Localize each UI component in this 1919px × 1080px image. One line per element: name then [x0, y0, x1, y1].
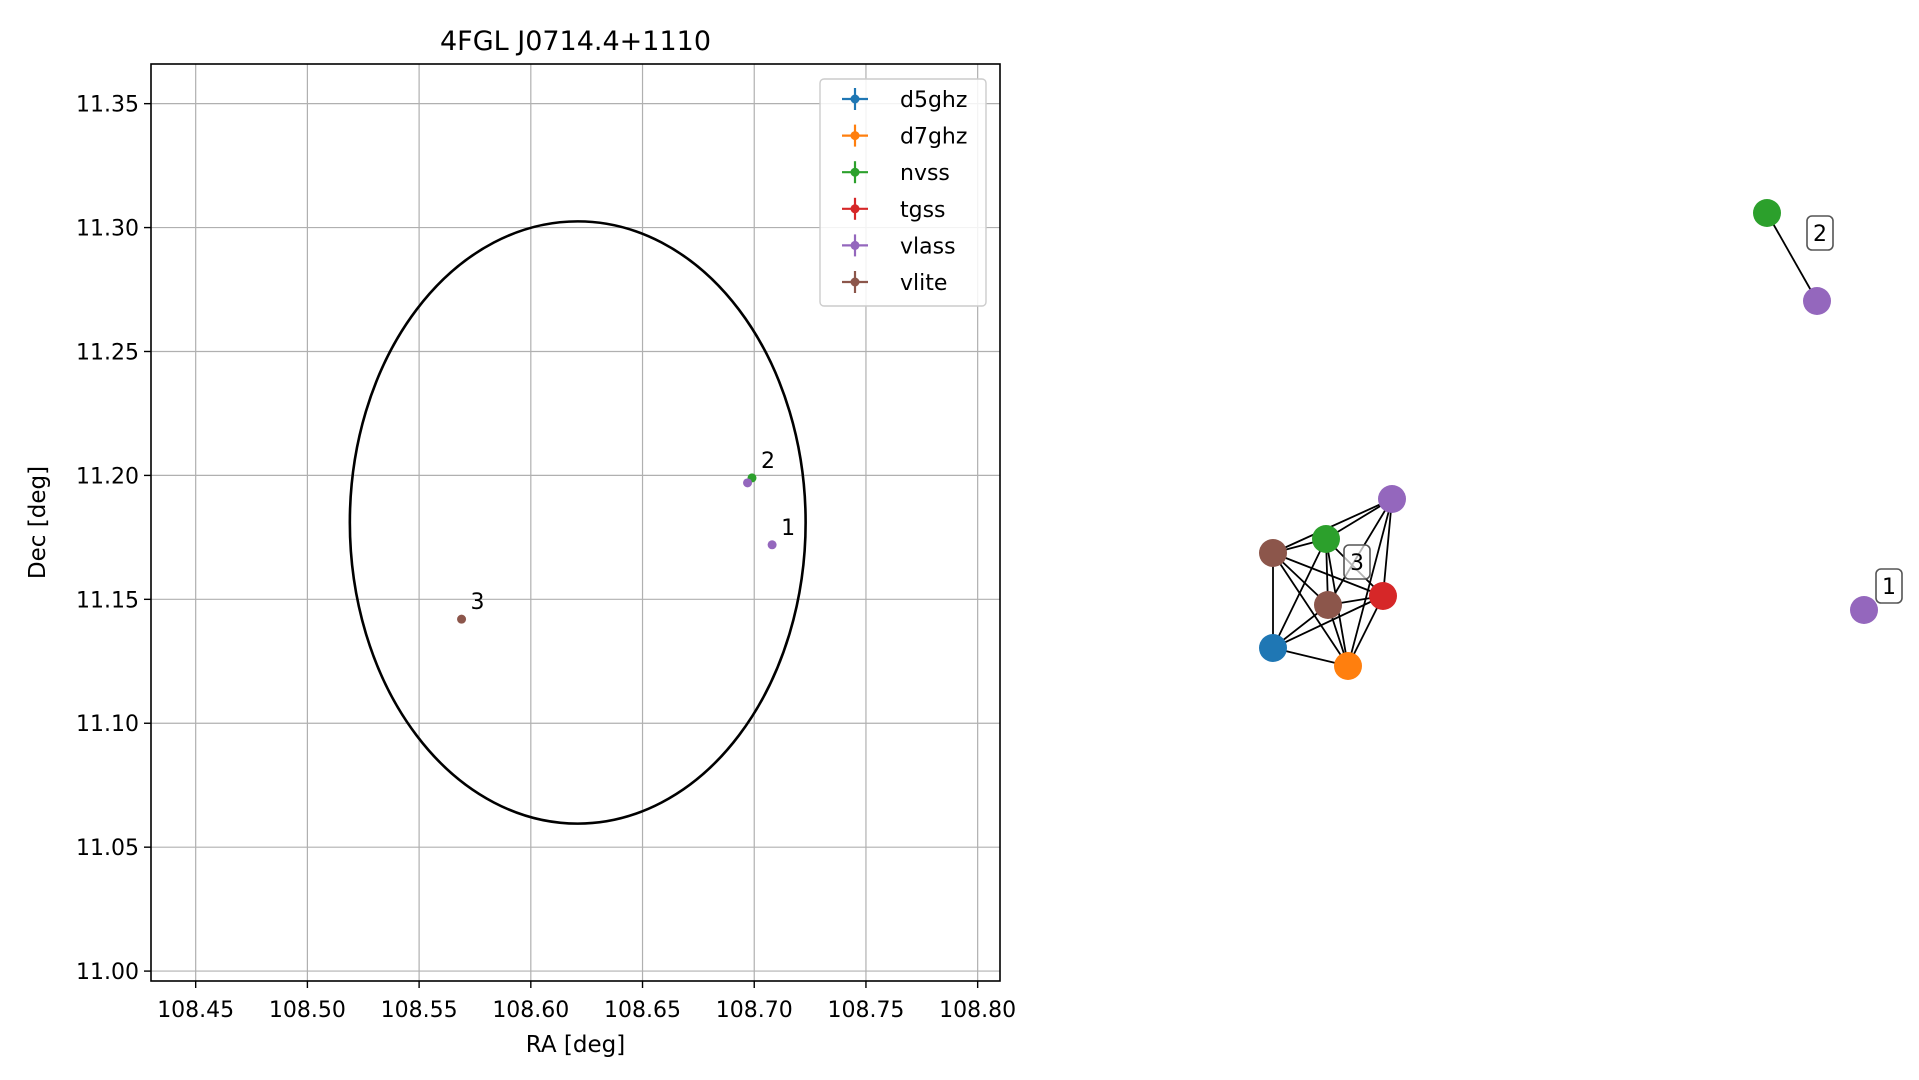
- legend-marker-dot: [850, 131, 860, 141]
- y-tick-label: 11.35: [76, 93, 139, 118]
- legend-label: tgss: [900, 198, 946, 223]
- x-tick-label: 108.45: [157, 998, 234, 1023]
- y-tick-label: 11.00: [76, 960, 139, 985]
- graph-node: [1378, 485, 1406, 513]
- y-tick-label: 11.10: [76, 712, 139, 737]
- sky-plot: 1 2 3 108.45 108.50 108.55 108.60 108.65 108.70 1…: [25, 26, 1016, 1058]
- y-tick-label: 11.30: [76, 217, 139, 242]
- graph-node: [1753, 199, 1781, 227]
- legend-marker-dot: [850, 94, 860, 104]
- y-tick-label: 11.20: [76, 464, 139, 489]
- legend-label: d7ghz: [900, 125, 967, 150]
- graph-label: 2: [1813, 222, 1827, 247]
- x-tick-label: 108.55: [381, 998, 458, 1023]
- graph-node: [1803, 287, 1831, 315]
- graph-label: 1: [1882, 575, 1896, 600]
- point-annotation: 1: [781, 516, 795, 541]
- x-tick-label: 108.65: [604, 998, 681, 1023]
- x-tick-label: 108.70: [716, 998, 793, 1023]
- x-tick-label: 108.80: [939, 998, 1016, 1023]
- graph-node: [1259, 539, 1287, 567]
- point-annotation: 2: [761, 449, 775, 474]
- data-point-vlite: [457, 614, 467, 624]
- y-tick-label: 11.15: [76, 588, 139, 613]
- figure-canvas: 1 2 3 108.45 108.50 108.55 108.60 108.65 108.70 1…: [25, 26, 1903, 1058]
- graph-node: [1314, 591, 1342, 619]
- x-tick-label: 108.50: [269, 998, 346, 1023]
- x-axis-label: RA [deg]: [526, 1032, 625, 1058]
- data-point-vlass: [743, 478, 753, 488]
- y-tick-label: 11.25: [76, 340, 139, 365]
- legend-label: vlite: [900, 271, 947, 296]
- graph-node: [1259, 634, 1287, 662]
- y-axis-label: Dec [deg]: [25, 466, 51, 579]
- point-annotation: 3: [471, 590, 485, 615]
- chart-title: 4FGL J0714.4+1110: [440, 26, 711, 57]
- association-graph: 2 3 1: [1259, 199, 1903, 680]
- data-point-vlass: [767, 540, 777, 550]
- legend-marker-dot: [850, 204, 860, 214]
- legend-label: vlass: [900, 234, 956, 259]
- x-tick-label: 108.60: [492, 998, 569, 1023]
- legend-label: nvss: [900, 161, 950, 186]
- graph-node: [1334, 652, 1362, 680]
- legend-marker-dot: [850, 277, 860, 287]
- graph-node: [1850, 596, 1878, 624]
- x-tick-label: 108.75: [827, 998, 904, 1023]
- graph-node: [1312, 525, 1340, 553]
- graph-label: 3: [1350, 551, 1364, 576]
- legend-marker-dot: [850, 240, 860, 250]
- y-tick-label: 11.05: [76, 836, 139, 861]
- error-ellipse: [348, 220, 807, 825]
- graph-node: [1369, 582, 1397, 610]
- legend-marker-dot: [850, 167, 860, 177]
- legend-label: d5ghz: [900, 88, 967, 113]
